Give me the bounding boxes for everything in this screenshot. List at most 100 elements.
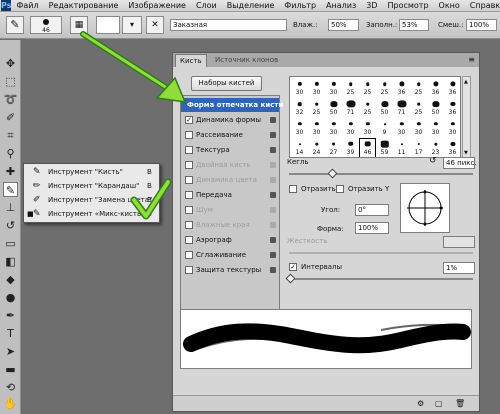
brush-tip-cell[interactable]: 36 — [445, 79, 460, 97]
tab-clone-source[interactable]: Источник клонов — [211, 54, 282, 67]
option-transfer[interactable]: Передача — [181, 188, 279, 202]
type-tool-icon[interactable]: T — [3, 326, 18, 341]
spacing-slider-thumb[interactable] — [285, 273, 296, 284]
mix-field[interactable]: 100% — [466, 19, 497, 31]
brush-tip-cell[interactable]: 30 — [309, 119, 324, 137]
brush-tip-cell[interactable]: 25 — [309, 99, 324, 117]
brush-grid-scrollbar[interactable]: ▲ ▼ — [462, 76, 471, 158]
lock-icon[interactable] — [270, 207, 276, 213]
menu-view[interactable]: Просмотр — [382, 1, 433, 10]
brush-tip-cell[interactable]: 59 — [377, 139, 392, 157]
checkbox[interactable] — [185, 146, 193, 154]
dodge-tool-icon[interactable]: ● — [3, 290, 18, 305]
lock-icon[interactable] — [270, 267, 276, 273]
menu-file[interactable]: Файл — [11, 1, 43, 10]
path-selection-tool-icon[interactable]: ➤ — [3, 344, 18, 359]
brush-tip-cell[interactable]: 36 — [428, 79, 443, 97]
lock-icon[interactable] — [270, 237, 276, 243]
menu-edit[interactable]: Редактирование — [44, 1, 124, 10]
brush-tip-cell[interactable]: 25 — [360, 79, 375, 97]
flip-y-checkbox[interactable] — [336, 185, 344, 193]
angle-roundness-widget[interactable] — [400, 183, 450, 233]
wet-field[interactable]: 50% — [328, 19, 359, 31]
brush-tip-cell[interactable]: 30 — [292, 119, 307, 137]
brush-tip-cell[interactable]: 30 — [309, 79, 324, 97]
option-smoothing[interactable]: Сглаживание — [181, 248, 279, 262]
brush-tip-cell[interactable]: 71 — [394, 99, 409, 117]
option-color-dynamics[interactable]: Динамика цвета — [181, 173, 279, 187]
brush-tip-cell[interactable]: 25 — [360, 99, 375, 117]
brush-tip-cell[interactable]: 30 — [445, 119, 460, 137]
brush-tip-cell[interactable]: 36 — [445, 99, 460, 117]
menu-image[interactable]: Изображение — [123, 1, 191, 10]
brush-tip-cell[interactable]: 23 — [428, 139, 443, 157]
marquee-tool-icon[interactable]: ⬚ — [3, 74, 18, 89]
lock-icon[interactable] — [270, 192, 276, 198]
hardness-field[interactable] — [443, 236, 475, 248]
brush-tip-cell[interactable]: 32 — [292, 99, 307, 117]
menu-select[interactable]: Выделение — [222, 1, 280, 10]
spacing-slider-track[interactable] — [289, 278, 473, 280]
brush-tip-cell[interactable]: 9 — [377, 119, 392, 137]
size-slider-thumb[interactable] — [327, 168, 338, 179]
brush-tip-cell[interactable]: 50 — [377, 99, 392, 117]
crop-tool-icon[interactable]: ⌗ — [3, 128, 18, 143]
brush-tip-cell[interactable]: 36 — [394, 79, 409, 97]
eraser-tool-icon[interactable]: ▭ — [3, 236, 18, 251]
move-tool-icon[interactable]: ✥ — [3, 56, 18, 71]
lock-icon[interactable] — [270, 162, 276, 168]
lock-icon[interactable] — [270, 117, 276, 123]
checkbox[interactable] — [185, 131, 193, 139]
checkbox[interactable] — [185, 191, 193, 199]
eyedropper-tool-icon[interactable]: ⚲ — [3, 146, 18, 161]
brush-tip-cell[interactable]: 46 — [359, 138, 376, 157]
brush-tip-cell[interactable]: 71 — [343, 99, 358, 117]
new-preset-icon[interactable]: ⚙ — [417, 399, 424, 408]
brush-tip-cell[interactable]: 30 — [411, 119, 426, 137]
reset-size-icon[interactable]: ↺ — [429, 156, 437, 166]
lasso-tool-icon[interactable]: ➰ — [3, 92, 18, 107]
brush-tip-cell[interactable]: 14 — [292, 139, 307, 157]
menu-layers[interactable]: Слои — [191, 1, 222, 10]
menu-help[interactable]: Справка — [465, 1, 500, 10]
size-field[interactable]: 46 пикс. — [443, 157, 477, 169]
option-scattering[interactable]: Рассеивание — [181, 128, 279, 142]
gradient-tool-icon[interactable]: ◧ — [3, 254, 18, 269]
spacing-checkbox[interactable]: ✓ — [289, 263, 297, 271]
brush-tip-cell[interactable]: 30 — [343, 119, 358, 137]
brush-tip-cell[interactable]: 25 — [411, 99, 426, 117]
quick-select-tool-icon[interactable]: ✐ — [3, 110, 18, 125]
hand-tool-icon[interactable]: ✋ — [3, 396, 18, 411]
menu-filter[interactable]: Фильтр — [279, 1, 321, 10]
angle-field[interactable]: 0° — [355, 204, 389, 216]
option-brush-tip-shape[interactable]: Форма отпечатка кисти — [181, 98, 283, 112]
brush-tip-cell[interactable]: 30 — [360, 119, 375, 137]
brush-tip-cell[interactable]: 30 — [326, 119, 341, 137]
lock-icon[interactable] — [270, 147, 276, 153]
option-wet-edges[interactable]: Влажные края — [181, 218, 279, 232]
menu-analysis[interactable]: Анализ — [321, 1, 361, 10]
brush-tool-icon[interactable]: ✎ — [3, 182, 18, 197]
checkbox[interactable] — [185, 206, 193, 214]
shape-tool-icon[interactable]: ▬ — [3, 362, 18, 377]
lock-icon[interactable] — [270, 222, 276, 228]
brush-tip-cell[interactable]: 25 — [377, 79, 392, 97]
brush-tip-cell[interactable]: 30 — [326, 79, 341, 97]
checkbox[interactable] — [185, 161, 193, 169]
menu-3d[interactable]: 3D — [361, 1, 382, 10]
brush-tip-cell[interactable]: 24 — [309, 139, 324, 157]
option-shape-dynamics[interactable]: ✓ Динамика формы — [181, 113, 279, 127]
brush-tip-cell[interactable]: 50 — [326, 99, 341, 117]
tool-preset-picker[interactable]: ✎ — [6, 16, 24, 34]
checkbox[interactable] — [185, 251, 193, 259]
pen-tool-icon[interactable]: ✒ — [3, 308, 18, 323]
checkbox[interactable] — [185, 221, 193, 229]
panel-menu-icon[interactable]: ≡ — [468, 55, 475, 64]
lock-icon[interactable] — [270, 252, 276, 258]
create-brush-icon[interactable]: ▢ — [435, 399, 443, 408]
clone-stamp-tool-icon[interactable]: ⊥ — [3, 200, 18, 215]
scroll-up-icon[interactable]: ▲ — [464, 79, 469, 85]
brush-tip-cell[interactable]: 25 — [411, 79, 426, 97]
checkbox[interactable] — [185, 236, 193, 244]
checkbox[interactable] — [185, 176, 193, 184]
